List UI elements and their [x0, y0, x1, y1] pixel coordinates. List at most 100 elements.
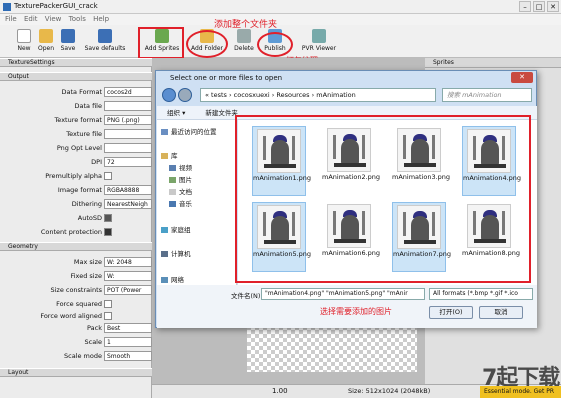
file-grid-highlight — [235, 115, 531, 283]
autosd-row: AutoSD — [0, 212, 152, 224]
breadcrumb[interactable]: « tests › cocosxuexi › Resources › mAnim… — [200, 88, 436, 102]
scale-row: Scale 1 — [0, 336, 152, 348]
close-button[interactable]: ✕ — [547, 1, 559, 12]
premultiply-checkbox[interactable] — [104, 172, 112, 180]
dithering-row: Dithering NearestNeigh — [0, 198, 152, 210]
cancel-button[interactable]: 取消 — [479, 306, 523, 319]
address-bar: « tests › cocosxuexi › Resources › mAnim… — [160, 86, 534, 104]
open-button[interactable]: Open — [36, 27, 56, 52]
fixed-size-row: Fixed size W: — [0, 270, 152, 282]
autosd-gear-icon[interactable] — [104, 214, 112, 222]
dialog-close-button[interactable]: ✕ — [511, 72, 533, 83]
filename-input[interactable]: "mAnimation4.png" "mAnimation5.png" "mAn… — [261, 288, 425, 300]
pack-row: Pack Best — [0, 322, 152, 334]
texture-settings-header: TextureSettings — [0, 58, 152, 67]
image-format-select[interactable]: RGBA8888 — [104, 185, 152, 195]
select-images-annotation: 选择需要添加的图片 — [320, 307, 392, 316]
back-icon[interactable] — [162, 88, 176, 102]
nav-network[interactable]: 网络 — [161, 274, 184, 284]
nav-recent[interactable]: 最近访问的位置 — [161, 126, 217, 136]
scale-mode-select[interactable]: Smooth — [104, 351, 152, 361]
texture-preview — [247, 322, 417, 372]
nav-pictures[interactable]: 图片 — [169, 174, 192, 184]
data-format-row: Data Format cocos2d — [0, 86, 152, 98]
nav-homegroup[interactable]: 家庭组 — [161, 224, 191, 234]
minimize-button[interactable]: – — [519, 1, 531, 12]
output-section-header[interactable]: Output — [0, 72, 152, 81]
essential-mode-badge[interactable]: Essential mode. Get PR — [480, 386, 561, 398]
scale-input[interactable]: 1 — [104, 337, 152, 347]
nav-music[interactable]: 音乐 — [169, 198, 192, 208]
nav-videos[interactable]: 视频 — [169, 162, 192, 172]
delete-button[interactable]: Delete — [232, 27, 256, 52]
music-icon — [169, 201, 176, 207]
add-folder-highlight — [186, 30, 228, 58]
scale-mode-row: Scale mode Smooth — [0, 350, 152, 362]
open-file-button[interactable]: 打开(O) — [429, 306, 473, 319]
menu-bar: File Edit View Tools Help — [0, 14, 561, 25]
publish-highlight — [257, 32, 293, 57]
app-icon — [3, 3, 11, 11]
nav-computer[interactable]: 计算机 — [161, 248, 191, 258]
window-title: TexturePackerGUI_crack — [14, 2, 98, 10]
layout-section-header[interactable]: Layout — [0, 368, 152, 377]
file-type-select[interactable]: All formats (*.bmp *.gif *.ico — [429, 288, 533, 300]
menu-file[interactable]: File — [5, 14, 17, 25]
library-icon — [161, 153, 168, 159]
computer-icon — [161, 251, 168, 257]
texture-size-label: Size: 512x1024 (2048kB) — [348, 387, 431, 395]
force-word-aligned-checkbox[interactable] — [104, 312, 112, 320]
dithering-select[interactable]: NearestNeigh — [104, 199, 152, 209]
texture-file-input[interactable] — [104, 129, 152, 139]
floppy-icon — [61, 29, 75, 43]
picture-icon — [169, 177, 176, 183]
save-button[interactable]: Save — [58, 27, 78, 52]
add-folder-annotation: 添加整个文件夹 — [214, 20, 278, 30]
nav-libraries[interactable]: 库 — [161, 150, 178, 160]
menu-edit[interactable]: Edit — [24, 14, 38, 25]
menu-tools[interactable]: Tools — [69, 14, 86, 25]
new-button[interactable]: New — [14, 27, 34, 52]
dpi-row: DPI 72 — [0, 156, 152, 168]
menu-view[interactable]: View — [45, 14, 62, 25]
maximize-button[interactable]: □ — [533, 1, 545, 12]
delete-icon — [237, 29, 251, 43]
content-protection-row: Content protection — [0, 226, 152, 238]
image-format-row: Image format RGBA8888 — [0, 184, 152, 196]
sprites-header: Sprites — [425, 58, 561, 68]
data-file-input[interactable] — [104, 101, 152, 111]
network-icon — [161, 277, 168, 283]
zoom-value[interactable]: 1.00 — [272, 387, 288, 395]
new-folder-button[interactable]: 新建文件夹 — [205, 109, 238, 117]
organize-menu[interactable]: 组织 ▾ — [167, 109, 185, 117]
force-word-aligned-row: Force word aligned — [0, 310, 152, 322]
premultiply-row: Premultiply alpha — [0, 170, 152, 182]
search-input[interactable]: 搜索 mAnimation — [442, 88, 532, 102]
add-sprites-highlight — [138, 27, 184, 59]
pvr-viewer-button[interactable]: PVR Viewer — [300, 27, 338, 52]
png-opt-row: Png Opt Level — [0, 142, 152, 154]
menu-help[interactable]: Help — [93, 14, 109, 25]
size-constraints-row: Size constraints POT (Power — [0, 284, 152, 296]
app-titlebar: TexturePackerGUI_crack – □ ✕ — [0, 0, 561, 14]
geometry-section-header[interactable]: Geometry — [0, 242, 152, 251]
recent-icon — [161, 129, 168, 135]
png-opt-slider[interactable] — [104, 143, 152, 153]
dialog-title: Select one or more files to open — [170, 74, 283, 82]
size-constraints-select[interactable]: POT (Power — [104, 285, 152, 295]
texture-format-row: Texture format PNG (.png) — [0, 114, 152, 126]
fixed-size-input[interactable]: W: — [104, 271, 152, 281]
folder-open-icon — [39, 29, 53, 43]
pack-select[interactable]: Best — [104, 323, 152, 333]
max-size-input[interactable]: W: 2048 — [104, 257, 152, 267]
nav-documents[interactable]: 文档 — [169, 186, 192, 196]
dpi-input[interactable]: 72 — [104, 157, 152, 167]
video-icon — [169, 165, 176, 171]
lock-icon[interactable] — [104, 228, 112, 236]
save-defaults-button[interactable]: Save defaults — [82, 27, 128, 52]
data-format-select[interactable]: cocos2d — [104, 87, 152, 97]
texture-format-select[interactable]: PNG (.png) — [104, 115, 152, 125]
forward-icon[interactable] — [178, 88, 192, 102]
force-squared-checkbox[interactable] — [104, 300, 112, 308]
filename-label: 文件名(N): — [231, 292, 263, 300]
